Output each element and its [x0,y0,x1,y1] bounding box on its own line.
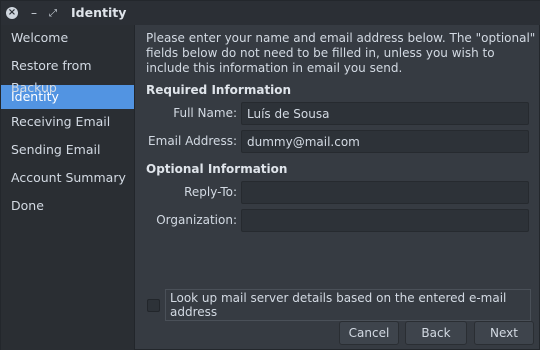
required-heading: Required Information [146,83,292,97]
sidebar-item-done[interactable]: Done [1,195,134,223]
sidebar-item-receiving-email[interactable]: Receiving Email [1,111,134,139]
lookup-checkbox[interactable] [147,298,160,312]
lookup-option[interactable]: Look up mail server details based on the… [147,289,531,321]
next-button[interactable]: Next [474,321,534,345]
email-label: Email Address: [148,134,237,148]
reply-to-label: Reply-To: [184,185,237,199]
minimize-button[interactable]: – [27,6,41,20]
back-button[interactable]: Back [405,321,467,345]
minimize-icon: – [31,6,37,20]
sidebar-item-restore-from-backup[interactable]: Restore from Backup [1,55,134,95]
sidebar-item-sending-email[interactable]: Sending Email [1,139,134,167]
close-icon: × [6,7,18,19]
full-name-input[interactable] [241,102,529,125]
intro-text: Please enter your name and email address… [146,31,536,75]
window-title: Identity [71,5,127,20]
sidebar-item-identity[interactable]: Identity [1,85,134,109]
sidebar-item-account-summary[interactable]: Account Summary [1,167,134,195]
main-panel: Please enter your name and email address… [135,25,540,350]
organization-label: Organization: [156,213,237,227]
optional-heading: Optional Information [146,162,288,176]
organization-input[interactable] [241,209,529,232]
close-button[interactable]: × [5,6,19,20]
maximize-button[interactable]: ⤢ [46,6,60,20]
reply-to-input[interactable] [241,181,529,204]
maximize-icon: ⤢ [49,7,57,19]
title-bar: × – ⤢ Identity [1,1,540,25]
sidebar: Welcome Restore from Backup Identity Rec… [1,25,135,350]
cancel-button[interactable]: Cancel [339,321,399,345]
lookup-checkbox-label[interactable]: Look up mail server details based on the… [165,289,531,321]
assistant-window: × – ⤢ Identity Welcome Restore from Back… [0,0,540,350]
sidebar-item-welcome[interactable]: Welcome [1,27,134,55]
full-name-label: Full Name: [173,106,237,120]
email-input[interactable] [241,130,529,153]
